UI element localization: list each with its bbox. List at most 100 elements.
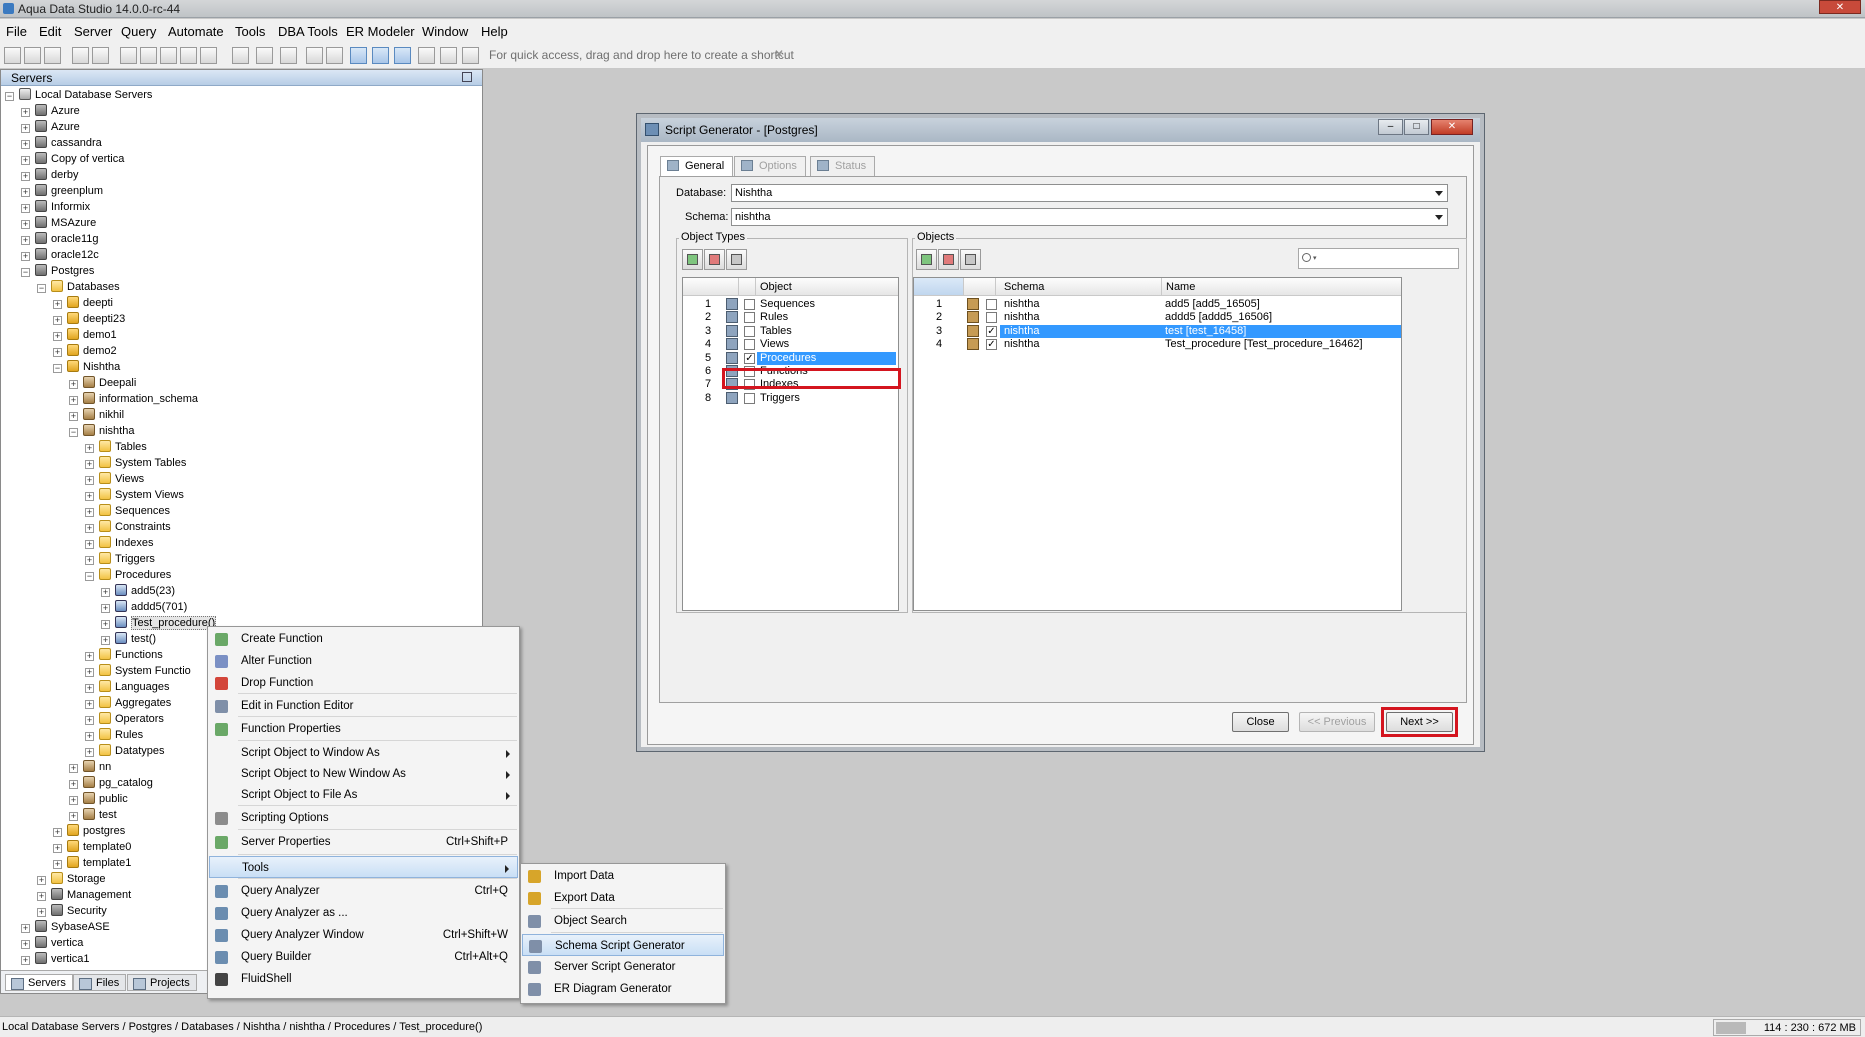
- tree-node[interactable]: + test: [69, 807, 117, 823]
- expand-toggle-icon[interactable]: +: [69, 780, 78, 789]
- restore-icon[interactable]: [462, 72, 472, 82]
- tree-node[interactable]: + Aggregates: [85, 695, 171, 711]
- tab-projects[interactable]: Projects: [127, 974, 197, 991]
- tab-files[interactable]: Files: [73, 974, 127, 991]
- window-close-button[interactable]: ✕: [1819, 0, 1861, 14]
- tree-node[interactable]: + template0: [53, 839, 131, 855]
- toolbar-button[interactable]: [120, 47, 137, 64]
- tree-node[interactable]: − Nishtha: [53, 359, 120, 375]
- close-dialog-button[interactable]: ✕: [1431, 119, 1473, 135]
- tree-node[interactable]: + nn: [69, 759, 111, 775]
- context-menu-item[interactable]: Query Builder Ctrl+Alt+Q: [209, 946, 518, 968]
- toolbar-button[interactable]: [440, 47, 457, 64]
- tools-submenu-item[interactable]: Object Search: [522, 910, 724, 932]
- context-menu-item[interactable]: Script Object to File As: [209, 784, 518, 806]
- close-icon[interactable]: ✕: [774, 47, 784, 61]
- expand-toggle-icon[interactable]: +: [85, 508, 94, 517]
- tree-node[interactable]: + Constraints: [85, 519, 171, 535]
- object-type-row[interactable]: 3 Tables: [683, 324, 898, 338]
- expand-toggle-icon[interactable]: +: [21, 172, 30, 181]
- tree-node[interactable]: + Rules: [85, 727, 143, 743]
- expand-toggle-icon[interactable]: −: [69, 428, 78, 437]
- object-type-row[interactable]: 8 Triggers: [683, 391, 898, 405]
- context-menu-item[interactable]: Drop Function: [209, 672, 518, 694]
- context-menu-item[interactable]: Query Analyzer Window Ctrl+Shift+W: [209, 924, 518, 946]
- expand-toggle-icon[interactable]: −: [85, 572, 94, 581]
- tab-servers[interactable]: Servers: [5, 974, 73, 991]
- expand-toggle-icon[interactable]: +: [37, 908, 46, 917]
- object-search-input[interactable]: ▾: [1298, 248, 1459, 269]
- toolbar-button[interactable]: [160, 47, 177, 64]
- expand-toggle-icon[interactable]: +: [85, 652, 94, 661]
- expand-toggle-icon[interactable]: +: [85, 732, 94, 741]
- schema-column-header[interactable]: Schema: [996, 278, 1162, 296]
- expand-toggle-icon[interactable]: +: [69, 412, 78, 421]
- toolbar-button[interactable]: [180, 47, 197, 64]
- row-checkbox[interactable]: [744, 325, 755, 337]
- tree-node[interactable]: + System Views: [85, 487, 184, 503]
- expand-toggle-icon[interactable]: +: [85, 540, 94, 549]
- tree-node[interactable]: + Azure: [21, 103, 80, 119]
- toolbar-button[interactable]: [200, 47, 217, 64]
- tree-node[interactable]: + SybaseASE: [21, 919, 110, 935]
- menu-tools[interactable]: Tools: [235, 24, 265, 39]
- toolbar-button[interactable]: [72, 47, 89, 64]
- toolbar-button[interactable]: [306, 47, 323, 64]
- tree-node[interactable]: + Informix: [21, 199, 90, 215]
- expand-toggle-icon[interactable]: +: [53, 332, 62, 341]
- tree-node[interactable]: + Tables: [85, 439, 147, 455]
- context-menu-item[interactable]: Query Analyzer Ctrl+Q: [209, 880, 518, 902]
- tree-node[interactable]: − Procedures: [85, 567, 171, 583]
- tree-node[interactable]: + add5(23): [101, 583, 175, 599]
- expand-toggle-icon[interactable]: −: [21, 268, 30, 277]
- expand-toggle-icon[interactable]: −: [37, 284, 46, 293]
- expand-toggle-icon[interactable]: +: [85, 668, 94, 677]
- tree-node[interactable]: + System Functio: [85, 663, 191, 679]
- expand-toggle-icon[interactable]: +: [69, 380, 78, 389]
- name-column-header[interactable]: Name: [1162, 278, 1401, 296]
- deselect-all-button[interactable]: [704, 249, 725, 270]
- row-checkbox[interactable]: ✓: [986, 325, 997, 337]
- tree-node[interactable]: + public: [69, 791, 128, 807]
- tree-node[interactable]: + oracle12c: [21, 247, 99, 263]
- tree-node[interactable]: + Copy of vertica: [21, 151, 124, 167]
- menu-query[interactable]: Query: [121, 24, 156, 39]
- object-type-row[interactable]: 5 ✓ Procedures: [683, 351, 898, 365]
- toolbar-button[interactable]: [418, 47, 435, 64]
- expand-toggle-icon[interactable]: +: [85, 700, 94, 709]
- toolbar-button[interactable]: [92, 47, 109, 64]
- toolbar-button[interactable]: [4, 47, 21, 64]
- previous-button[interactable]: << Previous: [1299, 712, 1375, 732]
- expand-toggle-icon[interactable]: +: [21, 140, 30, 149]
- toolbar-button[interactable]: [372, 47, 389, 64]
- expand-toggle-icon[interactable]: +: [85, 444, 94, 453]
- menu-dba-tools[interactable]: DBA Tools: [278, 24, 338, 39]
- row-checkbox[interactable]: [744, 299, 755, 310]
- row-checkbox[interactable]: [744, 312, 755, 324]
- tree-node[interactable]: + Management: [37, 887, 131, 903]
- tree-node[interactable]: + oracle11g: [21, 231, 99, 247]
- expand-toggle-icon[interactable]: +: [69, 396, 78, 405]
- toolbar-button[interactable]: [350, 47, 367, 64]
- expand-toggle-icon[interactable]: +: [21, 124, 30, 133]
- toolbar-button[interactable]: [140, 47, 157, 64]
- expand-toggle-icon[interactable]: +: [85, 476, 94, 485]
- tree-node[interactable]: + addd5(701): [101, 599, 187, 615]
- object-row[interactable]: 4 ✓ nishtha Test_procedure [Test_procedure_…: [914, 338, 1401, 352]
- tree-node[interactable]: + template1: [53, 855, 131, 871]
- tree-node[interactable]: + deepti: [53, 295, 113, 311]
- expand-toggle-icon[interactable]: +: [101, 636, 110, 645]
- expand-toggle-icon[interactable]: +: [21, 924, 30, 933]
- maximize-button[interactable]: □: [1404, 119, 1429, 135]
- toolbar-button[interactable]: [24, 47, 41, 64]
- expand-toggle-icon[interactable]: +: [37, 892, 46, 901]
- tools-submenu-item[interactable]: Schema Script Generator: [522, 934, 724, 956]
- expand-toggle-icon[interactable]: +: [53, 300, 62, 309]
- tree-node[interactable]: + MSAzure: [21, 215, 96, 231]
- context-menu-item[interactable]: Script Object to New Window As: [209, 763, 518, 785]
- context-menu-item[interactable]: Script Object to Window As: [209, 742, 518, 764]
- tree-node[interactable]: + derby: [21, 167, 79, 183]
- tree-node[interactable]: + System Tables: [85, 455, 186, 471]
- tab-status[interactable]: Status: [810, 156, 876, 176]
- expand-toggle-icon[interactable]: +: [85, 460, 94, 469]
